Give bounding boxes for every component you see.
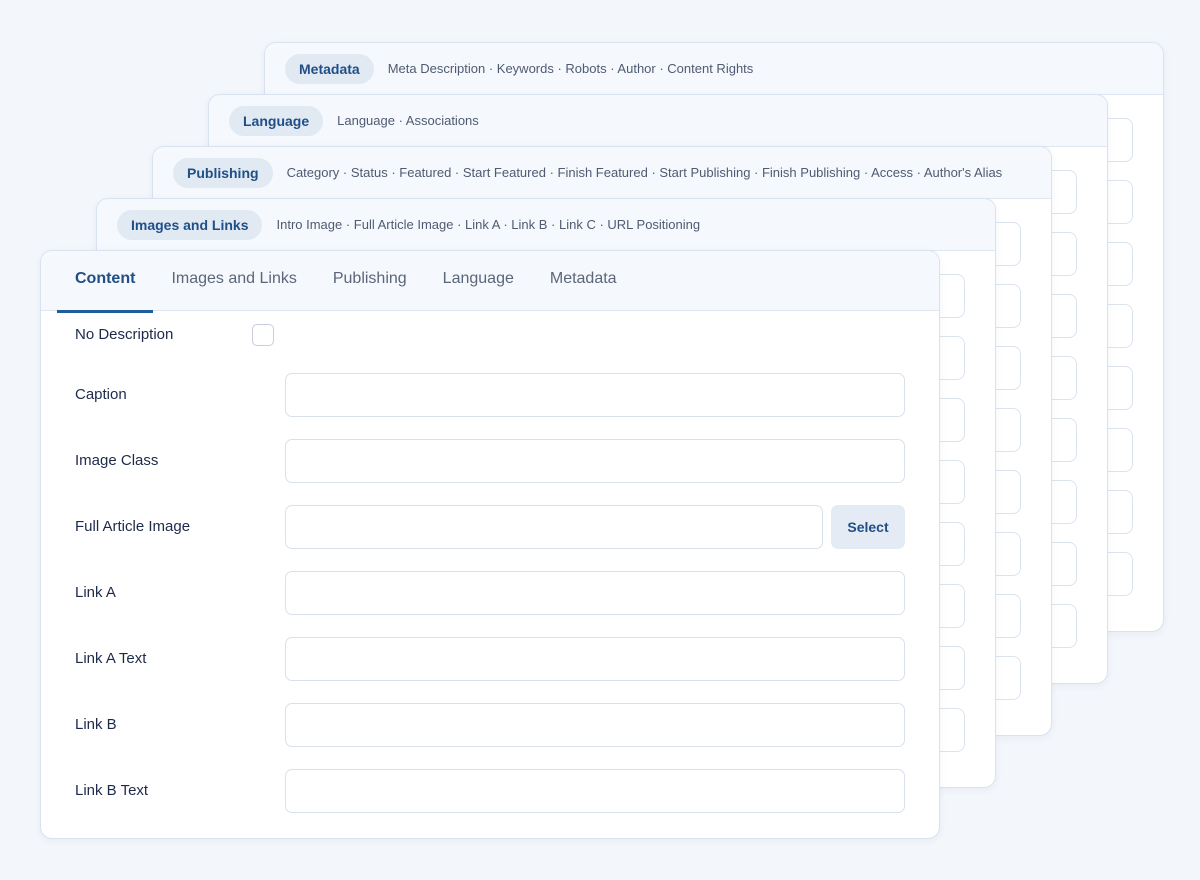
language-fields-summary: Language · Associations bbox=[337, 113, 479, 128]
link-b-text-row: Link B Text bbox=[75, 769, 905, 813]
link-a-input[interactable] bbox=[285, 571, 905, 615]
caption-label: Caption bbox=[75, 386, 127, 403]
images-links-card-header: Images and Links Intro Image · Full Arti… bbox=[97, 199, 995, 251]
tab-bar: Content Images and Links Publishing Lang… bbox=[41, 251, 939, 313]
tab-metadata[interactable]: Metadata bbox=[532, 251, 635, 310]
publishing-fields-summary: Category · Status · Featured · Start Fea… bbox=[286, 165, 1003, 180]
metadata-pill[interactable]: Metadata bbox=[285, 53, 374, 84]
select-image-button[interactable]: Select bbox=[831, 505, 905, 549]
no-description-checkbox[interactable] bbox=[252, 324, 274, 346]
tab-images-and-links[interactable]: Images and Links bbox=[153, 251, 314, 310]
full-article-image-label: Full Article Image bbox=[75, 518, 191, 535]
link-a-label: Link A bbox=[75, 584, 116, 601]
link-a-row: Link A bbox=[75, 571, 905, 615]
image-class-input[interactable] bbox=[285, 439, 905, 483]
link-b-row: Link B bbox=[75, 703, 905, 747]
metadata-fields-summary: Meta Description · Keywords · Robots · A… bbox=[387, 61, 754, 76]
caption-input[interactable] bbox=[285, 373, 905, 417]
images-links-pill[interactable]: Images and Links bbox=[117, 209, 263, 240]
publishing-pill[interactable]: Publishing bbox=[173, 157, 273, 188]
link-b-text-input[interactable] bbox=[285, 769, 905, 813]
image-class-row: Image Class bbox=[75, 439, 905, 483]
publishing-card-header: Publishing Category · Status · Featured … bbox=[153, 147, 1051, 199]
tab-publishing[interactable]: Publishing bbox=[315, 251, 425, 310]
full-article-image-input[interactable] bbox=[285, 505, 823, 549]
full-article-image-row: Full Article Image Select bbox=[75, 505, 905, 549]
images-links-fields-summary: Intro Image · Full Article Image · Link … bbox=[276, 217, 701, 232]
language-pill[interactable]: Language bbox=[229, 105, 324, 136]
no-description-row: No Description bbox=[75, 313, 905, 357]
caption-row: Caption bbox=[75, 373, 905, 417]
no-description-label: No Description bbox=[75, 326, 174, 343]
link-b-label: Link B bbox=[75, 716, 117, 733]
tab-content[interactable]: Content bbox=[57, 251, 154, 313]
link-b-text-label: Link B Text bbox=[75, 782, 149, 799]
content-tab-card: Content Images and Links Publishing Lang… bbox=[40, 250, 940, 839]
tab-language[interactable]: Language bbox=[425, 251, 532, 310]
link-a-text-label: Link A Text bbox=[75, 650, 147, 667]
language-card-header: Language Language · Associations bbox=[209, 95, 1107, 147]
link-b-input[interactable] bbox=[285, 703, 905, 747]
link-a-text-input[interactable] bbox=[285, 637, 905, 681]
metadata-card-header: Metadata Meta Description · Keywords · R… bbox=[265, 43, 1163, 95]
link-a-text-row: Link A Text bbox=[75, 637, 905, 681]
image-class-label: Image Class bbox=[75, 452, 159, 469]
